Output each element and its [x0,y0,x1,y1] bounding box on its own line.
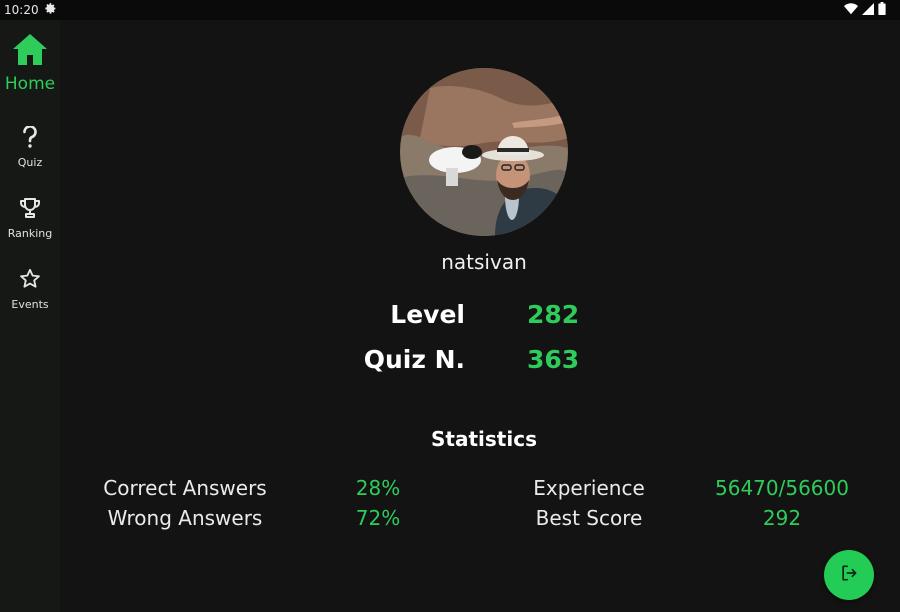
statistics-title: Statistics [431,427,537,451]
trophy-icon [19,197,41,223]
battery-icon [878,2,886,18]
nav-item-ranking[interactable]: Ranking [0,197,60,240]
nav-label-events: Events [11,298,49,311]
status-right [844,2,900,18]
status-left: 10:20 [0,2,57,18]
nav-label-home: Home [4,74,56,94]
navigation-rail: Home Quiz Ranking Events [0,20,60,612]
quiz-count-label: Quiz N. [363,345,465,374]
status-time: 10:20 [4,3,39,17]
avatar[interactable] [400,68,568,236]
wifi-icon [844,2,858,18]
quiz-count-value: 363 [527,345,580,374]
logout-button[interactable] [824,550,874,600]
level-value: 282 [527,300,580,329]
quiz-count-row: Quiz N. 363 [60,345,900,385]
best-score-value: 292 [762,506,802,530]
nav-label-quiz: Quiz [17,156,43,169]
wrong-answers-value: 72% [355,506,401,530]
main-content: natsivan Level 282 Quiz N. 363 Statistic… [60,20,900,612]
question-icon [22,125,38,152]
logout-icon [839,563,859,587]
star-icon [19,268,41,294]
nav-label-ranking: Ranking [7,227,53,240]
status-bar: 10:20 [0,0,900,20]
signal-icon [862,2,874,18]
level-label: Level [390,300,465,329]
settings-icon [44,2,57,18]
level-row: Level 282 [60,300,900,340]
home-icon [12,33,48,70]
nav-item-quiz[interactable]: Quiz [0,125,60,169]
correct-answers-value: 28% [355,476,401,500]
nav-item-events[interactable]: Events [0,268,60,311]
experience-value: 56470/56600 [715,476,849,500]
username: natsivan [441,250,527,274]
nav-item-home[interactable]: Home [0,33,60,94]
